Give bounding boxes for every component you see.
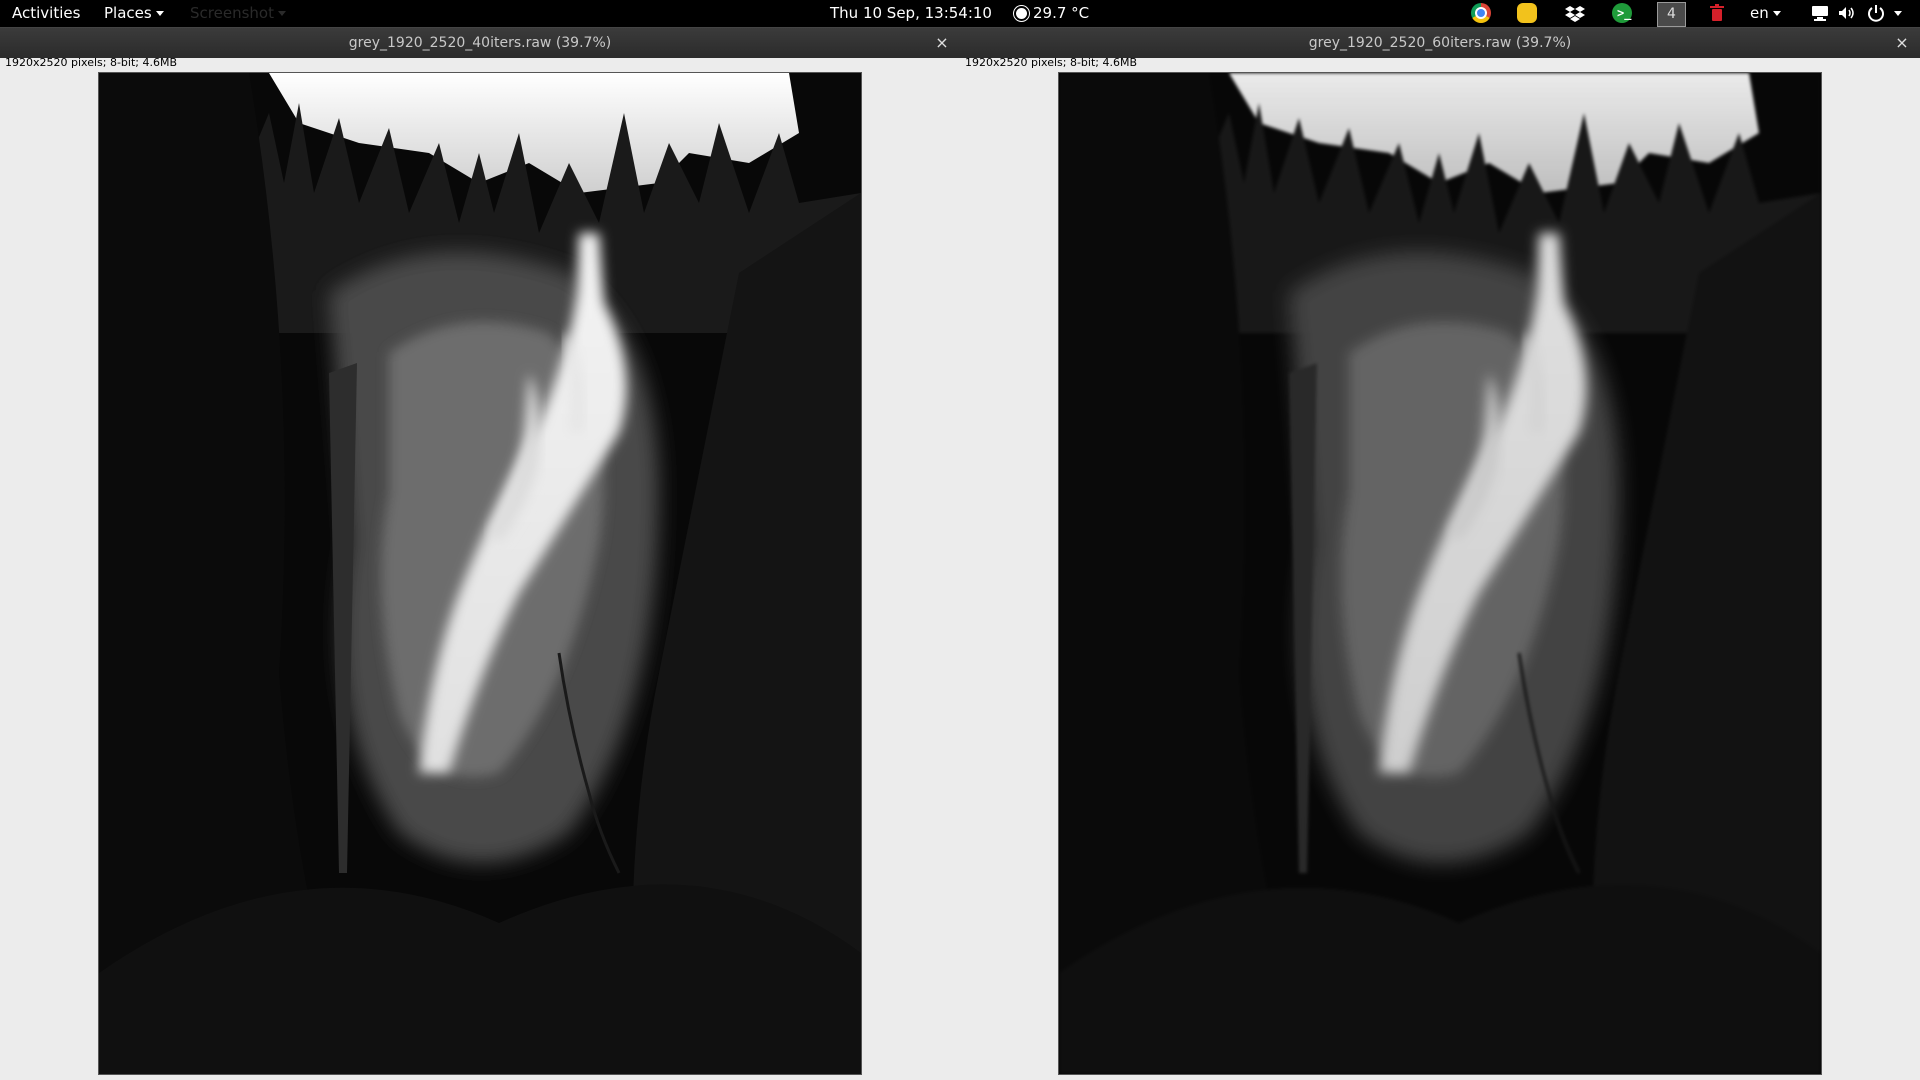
activities-button[interactable]: Activities xyxy=(12,0,80,27)
top-bar: Activities Places Screenshot Thu 10 Sep,… xyxy=(0,0,1920,27)
window-titlebar[interactable]: grey_1920_2520_60iters.raw (39.7%) × xyxy=(960,27,1920,58)
workspace-indicator[interactable]: 4 xyxy=(1657,2,1686,27)
sun-icon xyxy=(1016,8,1027,19)
clock[interactable]: Thu 10 Sep, 13:54:10 xyxy=(830,0,992,27)
app-menu[interactable]: Screenshot xyxy=(190,0,286,27)
image-info: 1920x2520 pixels; 8-bit; 4.6MB xyxy=(965,56,1138,69)
language-menu[interactable]: en xyxy=(1750,0,1781,27)
weather-indicator[interactable]: 29.7 °C xyxy=(1016,0,1089,27)
power-icon[interactable] xyxy=(1866,3,1886,23)
volume-icon[interactable] xyxy=(1836,3,1856,23)
window-title: grey_1920_2520_40iters.raw (39.7%) xyxy=(348,35,612,51)
chevron-down-icon xyxy=(277,11,286,16)
temperature-label: 29.7 °C xyxy=(1033,4,1090,22)
notes-icon[interactable] xyxy=(1517,3,1537,23)
network-icon[interactable] xyxy=(1810,3,1830,23)
image-window-right[interactable]: grey_1920_2520_60iters.raw (39.7%) × 192… xyxy=(960,27,1920,1080)
dropbox-icon[interactable] xyxy=(1565,3,1585,23)
trash-icon[interactable] xyxy=(1707,3,1727,23)
close-icon[interactable]: × xyxy=(1892,28,1912,58)
image-canvas[interactable] xyxy=(99,73,861,1074)
waterfall-image xyxy=(1059,73,1821,1074)
places-label: Places xyxy=(104,4,152,22)
chevron-down-icon xyxy=(1894,11,1902,16)
image-canvas[interactable] xyxy=(1059,73,1821,1074)
language-label: en xyxy=(1750,4,1769,22)
places-menu[interactable]: Places xyxy=(104,0,164,27)
system-menu[interactable] xyxy=(1890,0,1902,27)
app-menu-label: Screenshot xyxy=(190,4,274,22)
image-info: 1920x2520 pixels; 8-bit; 4.6MB xyxy=(5,56,178,69)
chrome-icon[interactable] xyxy=(1471,3,1491,23)
image-window-left[interactable]: grey_1920_2520_40iters.raw (39.7%) × 192… xyxy=(0,27,960,1080)
chevron-down-icon xyxy=(155,11,164,16)
close-icon[interactable]: × xyxy=(932,28,952,58)
waterfall-image xyxy=(99,73,861,1074)
terminal-icon[interactable]: >_ xyxy=(1612,3,1632,23)
chevron-down-icon xyxy=(1772,11,1781,16)
window-titlebar[interactable]: grey_1920_2520_40iters.raw (39.7%) × xyxy=(0,27,960,58)
window-title: grey_1920_2520_60iters.raw (39.7%) xyxy=(1308,35,1572,51)
